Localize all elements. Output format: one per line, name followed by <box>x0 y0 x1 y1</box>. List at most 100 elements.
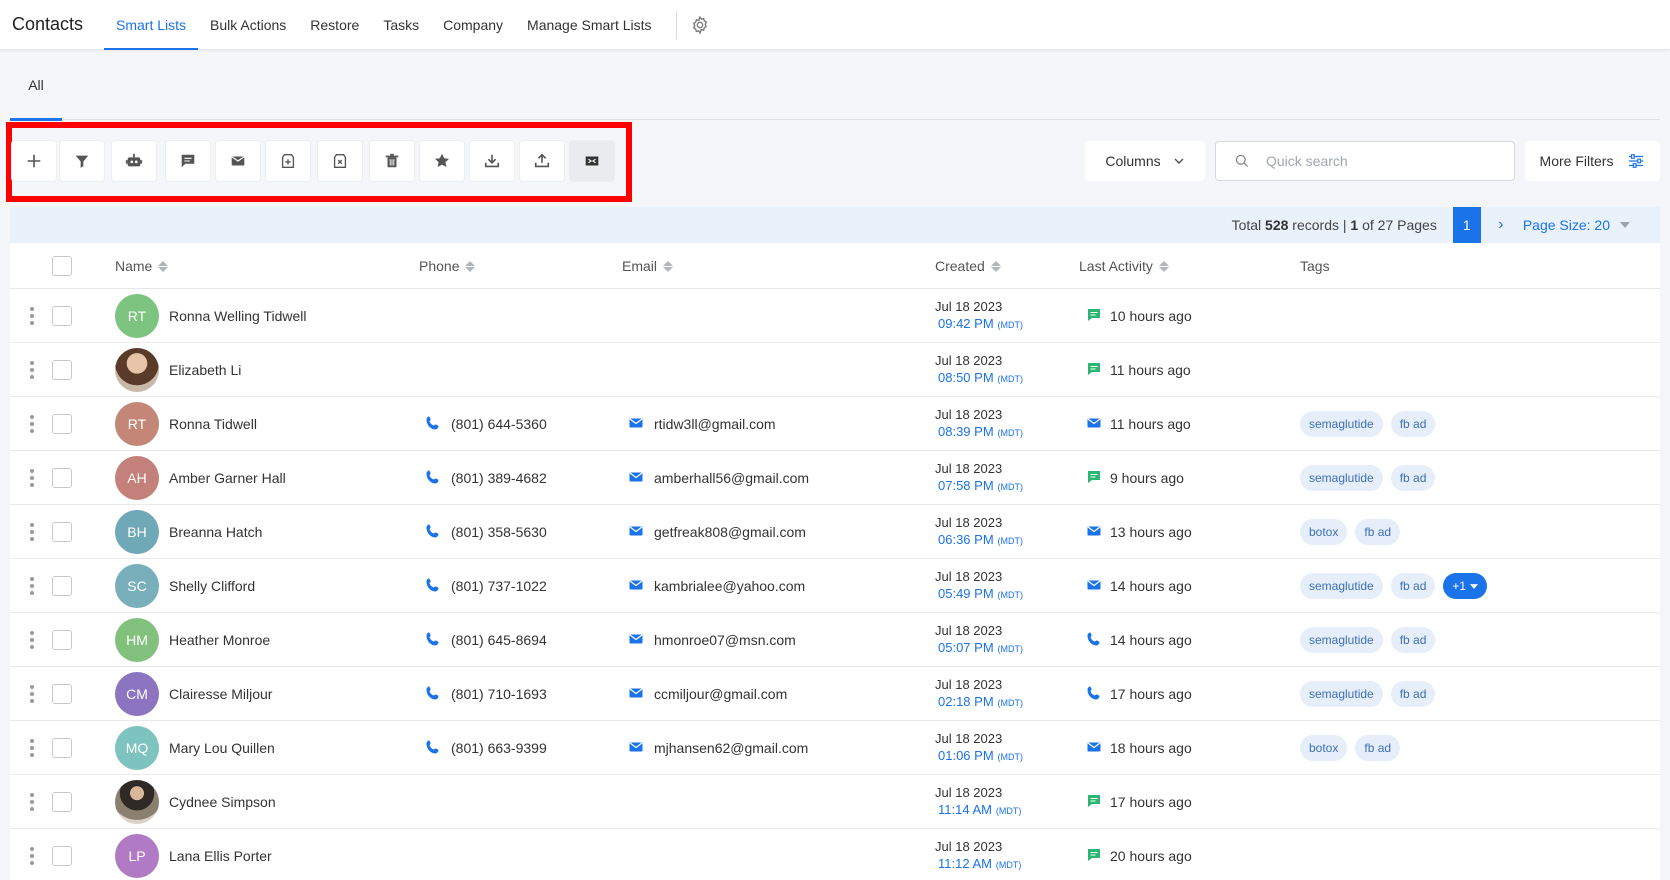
contact-name[interactable]: Breanna Hatch <box>169 524 262 540</box>
table-row[interactable]: RT Ronna Tidwell (801) 644-5360 rtidw3ll@gm… <box>10 397 1660 451</box>
row-menu-icon[interactable] <box>30 631 34 649</box>
row-menu-icon[interactable] <box>30 847 34 865</box>
row-checkbox[interactable] <box>52 306 72 326</box>
tab-tasks[interactable]: Tasks <box>371 0 431 50</box>
merge-button[interactable] <box>570 141 614 181</box>
tab-bulk-actions[interactable]: Bulk Actions <box>198 0 298 50</box>
add-contact-button[interactable] <box>12 141 56 181</box>
table-row[interactable]: RT Ronna Welling Tidwell Jul 18 2023 09:42 … <box>10 289 1660 343</box>
header-last-activity[interactable]: Last Activity <box>1079 243 1169 289</box>
row-checkbox[interactable] <box>52 468 72 488</box>
table-row[interactable]: Elizabeth Li Jul 18 2023 08:50 PM (MDT) 11 … <box>10 343 1660 397</box>
contact-email[interactable]: amberhall56@gmail.com <box>654 470 809 486</box>
row-checkbox[interactable] <box>52 576 72 596</box>
header-email[interactable]: Email <box>622 243 674 289</box>
contact-email[interactable]: getfreak808@gmail.com <box>654 524 806 540</box>
export-button[interactable] <box>520 141 564 181</box>
row-menu-icon[interactable] <box>30 523 34 541</box>
tag-badge[interactable]: semaglutide <box>1300 411 1383 437</box>
contact-name[interactable]: Heather Monroe <box>169 632 270 648</box>
contact-email[interactable]: ccmiljour@gmail.com <box>654 686 787 702</box>
gear-icon[interactable] <box>689 14 711 36</box>
contact-name[interactable]: Mary Lou Quillen <box>169 740 275 756</box>
contact-name[interactable]: Ronna Welling Tidwell <box>169 308 306 324</box>
select-all-checkbox[interactable] <box>52 256 72 276</box>
contact-phone[interactable]: (801) 389-4682 <box>451 470 547 486</box>
tag-badge[interactable]: fb ad <box>1355 519 1401 545</box>
tag-badge[interactable]: botox <box>1300 519 1348 545</box>
contact-phone[interactable]: (801) 663-9399 <box>451 740 547 756</box>
add-tag-button[interactable] <box>266 141 310 181</box>
row-menu-icon[interactable] <box>30 739 34 757</box>
row-checkbox[interactable] <box>52 360 72 380</box>
delete-button[interactable] <box>370 141 414 181</box>
tag-badge[interactable]: fb ad <box>1355 735 1401 761</box>
tag-badge[interactable]: semaglutide <box>1300 681 1383 707</box>
tab-smart-lists[interactable]: Smart Lists <box>104 0 199 50</box>
contact-email[interactable]: hmonroe07@msn.com <box>654 632 796 648</box>
header-phone[interactable]: Phone <box>419 243 476 289</box>
table-row[interactable]: LP Lana Ellis Porter Jul 18 2023 11:12 AM (… <box>10 829 1660 880</box>
contact-name[interactable]: Lana Ellis Porter <box>169 848 272 864</box>
send-email-button[interactable] <box>216 141 260 181</box>
tag-badge[interactable]: fb ad <box>1390 411 1436 437</box>
next-page-icon[interactable]: › <box>1487 216 1515 234</box>
row-menu-icon[interactable] <box>30 577 34 595</box>
tag-badge[interactable]: semaglutide <box>1300 627 1383 653</box>
contact-name[interactable]: Cydnee Simpson <box>169 794 276 810</box>
row-checkbox[interactable] <box>52 522 72 542</box>
tag-badge[interactable]: fb ad <box>1390 681 1436 707</box>
table-row[interactable]: BH Breanna Hatch (801) 358-5630 getfreak808… <box>10 505 1660 559</box>
automation-button[interactable] <box>112 141 156 181</box>
more-filters-button[interactable]: More Filters <box>1525 141 1660 181</box>
tag-badge[interactable]: botox <box>1300 735 1348 761</box>
contact-name[interactable]: Amber Garner Hall <box>169 470 286 486</box>
tag-badge[interactable]: semaglutide <box>1300 465 1383 491</box>
filter-button[interactable] <box>60 141 104 181</box>
tab-all[interactable]: All <box>10 50 62 121</box>
import-button[interactable] <box>470 141 514 181</box>
row-checkbox[interactable] <box>52 414 72 434</box>
table-row[interactable]: MQ Mary Lou Quillen (801) 663-9399 mjhansen… <box>10 721 1660 775</box>
table-row[interactable]: AH Amber Garner Hall (801) 389-4682 amberha… <box>10 451 1660 505</box>
row-menu-icon[interactable] <box>30 793 34 811</box>
row-checkbox[interactable] <box>52 846 72 866</box>
row-menu-icon[interactable] <box>30 415 34 433</box>
contact-phone[interactable]: (801) 710-1693 <box>451 686 547 702</box>
contact-name[interactable]: Shelly Clifford <box>169 578 255 594</box>
row-menu-icon[interactable] <box>30 685 34 703</box>
tab-restore[interactable]: Restore <box>298 0 371 50</box>
row-checkbox[interactable] <box>52 684 72 704</box>
contact-phone[interactable]: (801) 644-5360 <box>451 416 547 432</box>
page-button-1[interactable]: 1 <box>1452 207 1481 243</box>
contact-phone[interactable]: (801) 737-1022 <box>451 578 547 594</box>
contact-phone[interactable]: (801) 358-5630 <box>451 524 547 540</box>
row-menu-icon[interactable] <box>30 469 34 487</box>
table-row[interactable]: CM Clairesse Miljour (801) 710-1693 ccmiljo… <box>10 667 1660 721</box>
columns-dropdown[interactable]: Columns <box>1085 141 1205 181</box>
tag-badge[interactable]: semaglutide <box>1300 573 1383 599</box>
send-sms-button[interactable] <box>166 141 210 181</box>
tab-manage-smart-lists[interactable]: Manage Smart Lists <box>515 0 664 50</box>
tag-badge[interactable]: fb ad <box>1390 627 1436 653</box>
review-request-button[interactable] <box>420 141 464 181</box>
contact-phone[interactable]: (801) 645-8694 <box>451 632 547 648</box>
table-row[interactable]: HM Heather Monroe (801) 645-8694 hmonroe07@… <box>10 613 1660 667</box>
contact-name[interactable]: Elizabeth Li <box>169 362 241 378</box>
row-checkbox[interactable] <box>52 630 72 650</box>
contact-name[interactable]: Ronna Tidwell <box>169 416 257 432</box>
row-menu-icon[interactable] <box>30 361 34 379</box>
page-size-select[interactable]: Page Size: 20 <box>1523 217 1630 233</box>
search-input[interactable] <box>1266 153 1486 169</box>
header-created[interactable]: Created <box>935 243 1001 289</box>
row-menu-icon[interactable] <box>30 307 34 325</box>
row-checkbox[interactable] <box>52 738 72 758</box>
header-name[interactable]: Name <box>115 243 169 289</box>
contact-email[interactable]: rtidw3ll@gmail.com <box>654 416 776 432</box>
table-row[interactable]: Cydnee Simpson Jul 18 2023 11:14 AM (MDT) 1… <box>10 775 1660 829</box>
contact-email[interactable]: kambrialee@yahoo.com <box>654 578 805 594</box>
tag-badge[interactable]: fb ad <box>1390 573 1436 599</box>
remove-tag-button[interactable] <box>318 141 362 181</box>
row-checkbox[interactable] <box>52 792 72 812</box>
more-tags-button[interactable]: +1 <box>1443 573 1488 599</box>
